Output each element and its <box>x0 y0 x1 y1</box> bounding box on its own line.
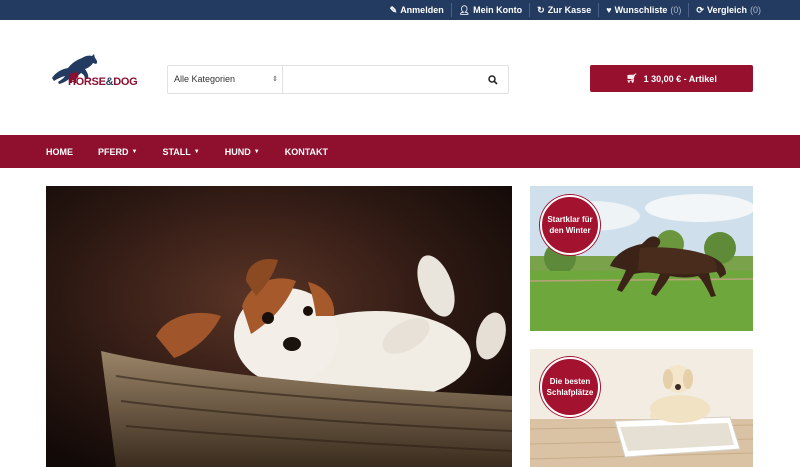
account-label: Mein Konto <box>473 5 523 15</box>
search-button[interactable] <box>478 66 508 93</box>
hero-slider-image[interactable] <box>46 186 512 467</box>
nav-stall[interactable]: STALL ▼ <box>162 147 199 157</box>
search-input[interactable] <box>284 66 474 93</box>
nav-pferd[interactable]: PFERD ▼ <box>98 147 137 157</box>
nav-kontakt[interactable]: KONTAKT <box>285 147 328 157</box>
account-link[interactable]: 👤︎ Mein Konto <box>450 3 529 17</box>
category-select[interactable]: Alle Kategorien ⇕ <box>168 66 283 93</box>
sync-icon: ⟳ <box>696 4 704 15</box>
nav-home[interactable]: HOME <box>46 147 73 157</box>
cart-button[interactable]: 🛒︎ 1 30,00 € - Artikel <box>590 65 753 92</box>
login-label: Anmelden <box>400 5 444 15</box>
cart-icon: 🛒︎ <box>626 73 638 83</box>
nav-hund[interactable]: HUND ▼ <box>225 147 260 157</box>
compare-label: Vergleich <box>706 5 747 15</box>
user-icon: 👤︎ <box>458 4 471 15</box>
sleep-banner[interactable]: Die besten Schlafplätze <box>530 349 753 467</box>
dog-in-basket-image <box>46 186 512 467</box>
wishlist-count: (0) <box>670 5 682 15</box>
top-bar: ✎ Anmelden 👤︎ Mein Konto ↻ Zur Kasse ♥ W… <box>0 0 800 20</box>
main-navigation: HOME PFERD ▼ STALL ▼ HUND ▼ KONTAKT <box>0 135 800 168</box>
winter-banner[interactable]: Startklar für den Winter <box>530 186 753 331</box>
winter-badge: Startklar für den Winter <box>540 195 600 255</box>
caret-down-icon: ▼ <box>253 148 260 155</box>
caret-down-icon: ▼ <box>193 148 200 155</box>
wishlist-link[interactable]: ♥ Wunschliste (0) <box>598 3 688 17</box>
category-select-value: Alle Kategorien <box>174 74 236 84</box>
logo-wordmark: HORSE&DOG <box>68 76 138 88</box>
select-arrows-icon: ⇕ <box>272 76 278 83</box>
login-link[interactable]: ✎ Anmelden <box>383 3 451 17</box>
wishlist-label: Wunschliste <box>614 5 668 15</box>
checkout-link[interactable]: ↻ Zur Kasse <box>529 3 598 17</box>
compare-count: (0) <box>750 5 761 15</box>
heart-icon: ♥ <box>606 5 612 15</box>
sleep-badge: Die besten Schlafplätze <box>540 357 600 417</box>
search-bar: Alle Kategorien ⇕ <box>167 65 509 94</box>
checkout-label: Zur Kasse <box>547 5 592 15</box>
top-navigation: ✎ Anmelden 👤︎ Mein Konto ↻ Zur Kasse ♥ W… <box>383 0 768 20</box>
search-icon <box>488 74 498 85</box>
cart-label: 1 30,00 € - Artikel <box>643 73 717 84</box>
edit-icon: ✎ <box>389 4 398 15</box>
caret-down-icon: ▼ <box>131 148 138 155</box>
refresh-icon: ↻ <box>537 4 545 15</box>
compare-link[interactable]: ⟳ Vergleich (0) <box>688 3 768 17</box>
